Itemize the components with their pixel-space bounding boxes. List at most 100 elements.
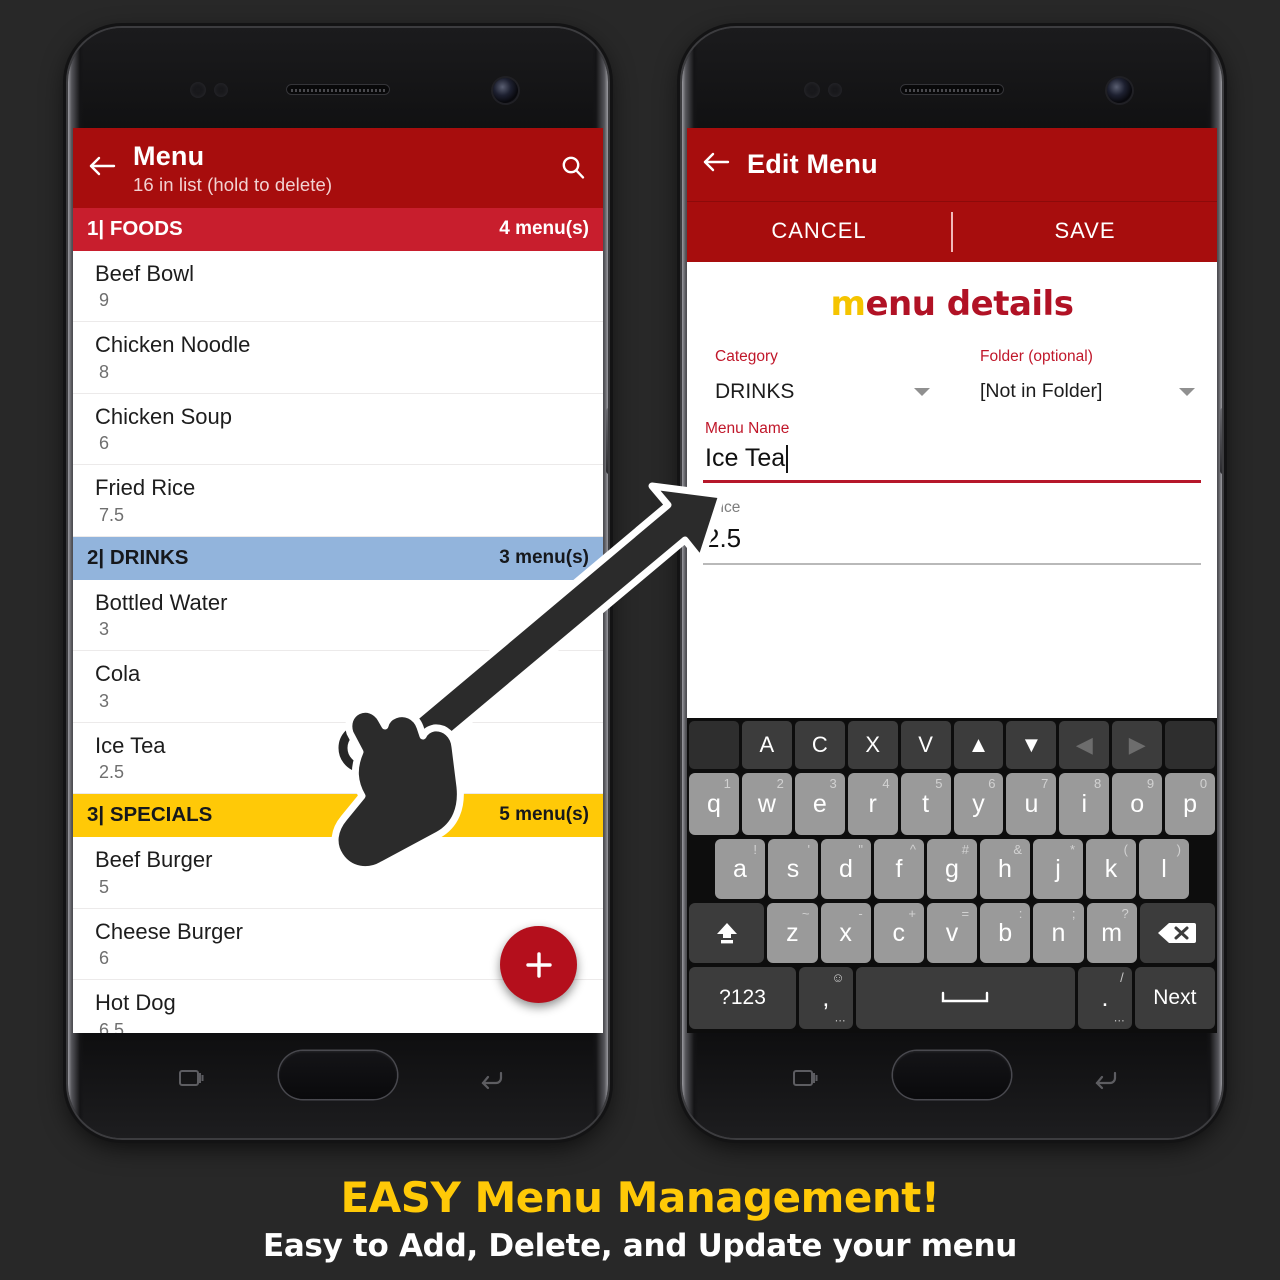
- arrow-left-icon[interactable]: ◀: [1059, 721, 1110, 769]
- list-item-ice-tea[interactable]: Ice Tea 2.5: [73, 722, 603, 795]
- folder-field: Folder (optional) [Not in Folder]: [952, 348, 1217, 404]
- list-item[interactable]: Beef Burger 5: [73, 837, 603, 909]
- key-j[interactable]: * j: [1033, 839, 1083, 899]
- symbols-key[interactable]: ?123: [689, 967, 797, 1029]
- price-underline: [703, 563, 1201, 565]
- key-k[interactable]: (k: [1086, 839, 1136, 899]
- category-count: 3 menu(s): [499, 546, 589, 568]
- key-r[interactable]: 4r: [847, 773, 898, 835]
- key-e[interactable]: 3e: [794, 773, 845, 835]
- category-dropdown[interactable]: DRINKS: [701, 380, 938, 404]
- key-c[interactable]: + c: [873, 903, 924, 963]
- footer-subline: Easy to Add, Delete, and Update your men…: [262, 1228, 1018, 1264]
- key-copy[interactable]: C: [794, 721, 845, 769]
- home-button[interactable]: [279, 1051, 397, 1099]
- shift-key[interactable]: [689, 903, 765, 963]
- list-item[interactable]: Fried Rice 7.5: [73, 465, 603, 537]
- key-v[interactable]: = v: [926, 903, 978, 963]
- key-x[interactable]: -x: [820, 903, 871, 963]
- form-heading-first: m: [830, 284, 866, 324]
- key-cut[interactable]: X: [847, 721, 898, 769]
- arrow-up-icon[interactable]: ▲: [953, 721, 1004, 769]
- category-header-drinks[interactable]: 2| DRINKS 3 menu(s): [73, 536, 603, 580]
- price-input[interactable]: 2.5: [703, 523, 1201, 563]
- list-item[interactable]: Cola 3: [73, 651, 603, 723]
- cancel-button[interactable]: CANCEL: [687, 202, 951, 262]
- key-z[interactable]: ~ z: [767, 903, 818, 963]
- save-button[interactable]: SAVE: [953, 202, 1217, 262]
- backspace-icon: [1158, 923, 1197, 943]
- key-h[interactable]: & h: [980, 839, 1030, 899]
- key-p[interactable]: 0p: [1165, 773, 1216, 835]
- key-o[interactable]: 9o: [1112, 773, 1163, 835]
- back-button-icon[interactable]: [1088, 1065, 1122, 1098]
- key-sup: +: [908, 906, 916, 921]
- key-n[interactable]: ; n: [1033, 903, 1084, 963]
- key-sup: ^: [909, 842, 916, 857]
- key-t[interactable]: 5t: [900, 773, 951, 835]
- add-menu-fab[interactable]: [500, 926, 577, 1003]
- key-label: n: [1051, 918, 1066, 947]
- arrow-right-icon[interactable]: ▶: [1112, 721, 1163, 769]
- key-u[interactable]: 7u: [1006, 773, 1057, 835]
- home-button[interactable]: [893, 1051, 1011, 1099]
- phone-left: Menu 16 in list (hold to delete) 1| FOOD…: [68, 28, 608, 1138]
- key-w[interactable]: 2w: [741, 773, 792, 835]
- key-q[interactable]: 1q: [689, 773, 739, 835]
- key-m[interactable]: ? m: [1086, 903, 1137, 963]
- space-icon: [942, 991, 989, 1003]
- period-key[interactable]: / . ⋯: [1078, 967, 1132, 1029]
- earpiece-speaker: [286, 84, 390, 95]
- key-b[interactable]: :b: [980, 903, 1031, 963]
- key-y[interactable]: 6y: [953, 773, 1004, 835]
- proximity-sensor-icon: [804, 82, 820, 98]
- key-sup: 1: [723, 776, 731, 791]
- menu-appbar: Menu 16 in list (hold to delete): [73, 128, 603, 208]
- back-arrow-icon[interactable]: [87, 142, 125, 183]
- back-button-icon[interactable]: [474, 1065, 508, 1098]
- key-a[interactable]: ! a: [715, 839, 765, 899]
- edit-menu-appbar: Edit Menu CANCEL SAVE: [687, 128, 1217, 262]
- key-label: x: [839, 918, 852, 947]
- appbar-text-block: Menu 16 in list (hold to delete): [125, 142, 543, 196]
- search-icon[interactable]: [543, 142, 587, 187]
- key-label: a: [733, 854, 747, 883]
- folder-dropdown[interactable]: [Not in Folder]: [966, 380, 1203, 403]
- key-more-dots: ⋯: [834, 1015, 846, 1027]
- key-label: g: [945, 854, 959, 883]
- power-button[interactable]: [1220, 408, 1222, 474]
- list-item[interactable]: Bottled Water 3: [73, 579, 603, 652]
- recents-button-icon[interactable]: [172, 1065, 206, 1098]
- next-key[interactable]: Next: [1134, 967, 1215, 1029]
- key-d[interactable]: " d: [821, 839, 871, 899]
- key-g[interactable]: # g: [927, 839, 977, 899]
- item-price: 3: [99, 690, 110, 711]
- list-item[interactable]: Beef Bowl 9: [73, 250, 603, 323]
- list-item[interactable]: Chicken Soup 6: [73, 393, 603, 466]
- key-label: b: [998, 918, 1013, 947]
- key-sup: ;: [1071, 906, 1076, 921]
- key-blank-right: [1165, 721, 1216, 769]
- key-s[interactable]: ' s: [768, 839, 818, 899]
- key-label: p: [1183, 789, 1198, 818]
- key-f[interactable]: ^ f: [874, 839, 924, 899]
- key-label: t: [922, 789, 930, 818]
- key-label: m: [1101, 918, 1123, 947]
- comma-key[interactable]: ☺ , ⋯: [799, 967, 853, 1029]
- recents-button-icon[interactable]: [786, 1065, 820, 1098]
- key-l[interactable]: ) l: [1139, 839, 1189, 899]
- key-select-all[interactable]: A: [741, 721, 792, 769]
- power-button[interactable]: [606, 408, 608, 474]
- menu-name-input[interactable]: Ice Tea: [703, 444, 1201, 480]
- key-i[interactable]: 8i: [1059, 773, 1110, 835]
- back-arrow-icon[interactable]: [701, 150, 739, 179]
- category-header-foods[interactable]: 1| FOODS 4 menu(s): [73, 207, 603, 251]
- category-header-specials[interactable]: 3| SPECIALS 5 menu(s): [73, 794, 603, 838]
- category-field: Category DRINKS: [687, 348, 952, 404]
- menu-name-value: Ice Tea: [705, 444, 786, 472]
- space-key[interactable]: [855, 967, 1076, 1029]
- backspace-key[interactable]: [1139, 903, 1216, 963]
- key-paste[interactable]: V: [900, 721, 951, 769]
- list-item[interactable]: Chicken Noodle 8: [73, 322, 603, 394]
- arrow-down-icon[interactable]: ▼: [1006, 721, 1057, 769]
